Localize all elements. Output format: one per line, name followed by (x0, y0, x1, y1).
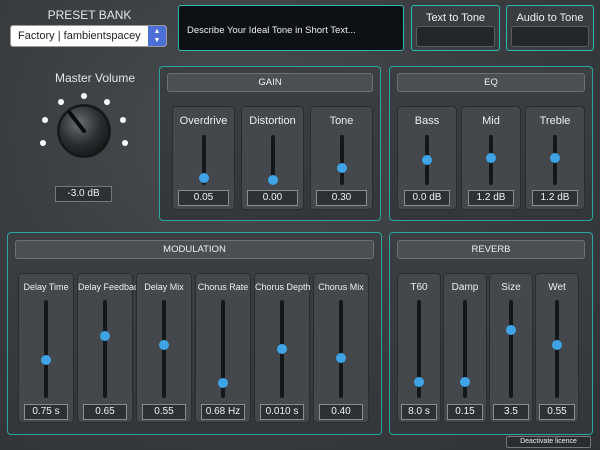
eq-slider-thumb[interactable] (486, 153, 496, 163)
reverb-card: T60 8.0 s (397, 273, 441, 423)
reverb-slider-thumb[interactable] (552, 339, 562, 350)
master-volume-value: -3.0 dB (55, 186, 112, 202)
modulation-slider-track[interactable] (103, 300, 107, 398)
gain-slider-label: Tone (329, 115, 354, 127)
eq-slider-value: 0.0 dB (404, 190, 450, 206)
gain-slider-value: 0.00 (247, 190, 298, 206)
modulation-slider-value: 0.40 (319, 404, 363, 420)
modulation-slider-label: Chorus Rate (197, 282, 249, 292)
gain-slider-thumb[interactable] (267, 175, 278, 185)
gain-slider-thumb[interactable] (198, 173, 209, 183)
chevron-updown-icon[interactable]: ▲ ▼ (148, 26, 166, 46)
modulation-card: Chorus Mix 0.40 (313, 273, 369, 423)
reverb-slider-thumb[interactable] (460, 377, 470, 388)
gain-card: Tone 0.30 (310, 106, 373, 210)
eq-card: Mid 1.2 dB (461, 106, 521, 210)
gain-slider-label: Distortion (249, 115, 296, 127)
audio-to-tone-label: Audio to Tone (516, 12, 584, 24)
modulation-slider-label: Delay Feedback (78, 282, 144, 292)
tone-description-placeholder: Describe Your Ideal Tone in Short Text..… (187, 25, 356, 36)
modulation-slider-track[interactable] (44, 300, 48, 398)
preset-select-value: Factory | fambientspacey (18, 30, 141, 42)
preset-bank-title: PRESET BANK (47, 8, 132, 22)
tone-description-input[interactable]: Describe Your Ideal Tone in Short Text..… (178, 5, 404, 51)
audio-to-tone-button[interactable] (511, 26, 589, 47)
modulation-card: Delay Time 0.75 s (18, 273, 74, 423)
modulation-slider-value: 0.68 Hz (201, 404, 245, 420)
eq-slider-label: Mid (482, 115, 500, 127)
eq-slider-value: 1.2 dB (468, 190, 514, 206)
modulation-slider-track[interactable] (339, 300, 343, 398)
modulation-slider-thumb[interactable] (336, 352, 346, 363)
modulation-card: Chorus Rate 0.68 Hz (195, 273, 251, 423)
modulation-card: Delay Feedback 0.65 (77, 273, 144, 423)
modulation-slider-value: 0.75 s (24, 404, 68, 420)
reverb-header: REVERB (397, 240, 585, 259)
text-to-tone-button[interactable] (416, 26, 495, 47)
modulation-slider-value: 0.65 (83, 404, 127, 420)
master-volume-label: Master Volume (54, 71, 136, 85)
audio-to-tone-panel: Audio to Tone (506, 5, 594, 51)
modulation-card: Chorus Depth 0.010 s (254, 273, 311, 423)
reverb-card: Size 3.5 (489, 273, 533, 423)
eq-card: Bass 0.0 dB (397, 106, 457, 210)
modulation-slider-label: Delay Time (23, 282, 69, 292)
gain-card: Overdrive 0.05 (172, 106, 235, 210)
reverb-panel: REVERB T60 8.0 s Damp 0.15 Size 3.5 Wet 0.55 (389, 232, 593, 435)
gain-slider-label: Overdrive (179, 115, 228, 127)
eq-card: Treble 1.2 dB (525, 106, 585, 210)
modulation-slider-value: 0.55 (142, 404, 186, 420)
modulation-panel: MODULATION Delay Time 0.75 s Delay Feedbac… (7, 232, 382, 435)
eq-slider-label: Treble (539, 115, 571, 127)
modulation-slider-thumb[interactable] (277, 344, 287, 354)
gain-card: Distortion 0.00 (241, 106, 304, 210)
modulation-slider-thumb[interactable] (159, 339, 169, 350)
modulation-slider-label: Chorus Depth (255, 282, 311, 292)
reverb-slider-value: 0.15 (447, 404, 483, 420)
reverb-card: Damp 0.15 (443, 273, 487, 423)
gain-slider-value: 0.30 (316, 190, 367, 206)
reverb-slider-value: 0.55 (539, 404, 575, 420)
modulation-card: Delay Mix 0.55 (136, 273, 192, 423)
modulation-slider-label: Chorus Mix (318, 282, 364, 292)
eq-panel: EQ Bass 0.0 dB Mid 1.2 dB Treble 1.2 dB (389, 66, 593, 221)
deactivate-licence-button[interactable]: Deactivate licence (506, 436, 591, 448)
reverb-slider-thumb[interactable] (506, 324, 516, 335)
gain-panel: GAIN Overdrive 0.05 Distortion 0.00 Tone 0.30 (159, 66, 381, 221)
eq-slider-label: Bass (414, 115, 440, 127)
gain-slider-track[interactable] (339, 135, 344, 185)
modulation-header: MODULATION (15, 240, 374, 259)
master-volume-knob[interactable] (34, 88, 134, 178)
reverb-card: Wet 0.55 (535, 273, 579, 423)
reverb-slider-track[interactable] (509, 300, 513, 398)
reverb-slider-value: 8.0 s (401, 404, 437, 420)
reverb-slider-thumb[interactable] (414, 377, 424, 388)
modulation-slider-thumb[interactable] (41, 355, 51, 366)
eq-slider-value: 1.2 dB (532, 190, 578, 206)
modulation-slider-value: 0.010 s (260, 404, 304, 420)
text-to-tone-label: Text to Tone (425, 12, 486, 24)
modulation-slider-thumb[interactable] (100, 330, 110, 341)
reverb-slider-label: Size (501, 282, 521, 293)
reverb-slider-label: Damp (451, 282, 479, 293)
eq-header: EQ (397, 73, 585, 92)
gain-slider-value: 0.05 (178, 190, 229, 206)
text-to-tone-panel: Text to Tone (411, 5, 500, 51)
preset-select[interactable]: Factory | fambientspacey ▲ ▼ (10, 25, 167, 47)
modulation-slider-thumb[interactable] (218, 378, 228, 389)
gain-header: GAIN (167, 73, 373, 92)
eq-slider-thumb[interactable] (550, 153, 560, 163)
reverb-slider-label: Wet (548, 282, 566, 293)
gain-slider-thumb[interactable] (336, 163, 347, 173)
modulation-slider-label: Delay Mix (144, 282, 184, 292)
reverb-slider-value: 3.5 (493, 404, 529, 420)
reverb-slider-label: T60 (410, 282, 428, 293)
eq-slider-thumb[interactable] (422, 155, 432, 165)
